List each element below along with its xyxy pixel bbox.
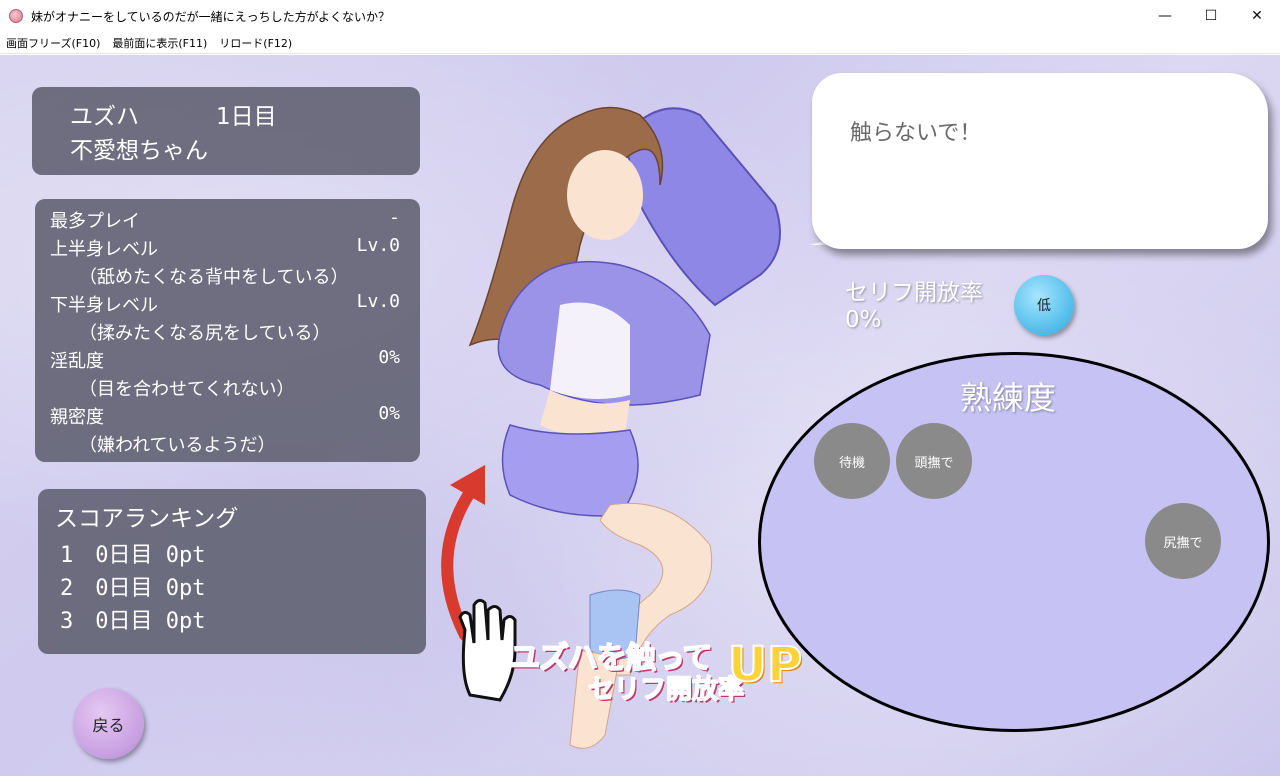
maximize-button[interactable]: ☐ — [1188, 0, 1234, 32]
stat-intimacy: 親密度 0% — [50, 403, 400, 431]
minimize-icon: — — [1158, 8, 1172, 24]
upper-level-label: 上半身レベル — [50, 239, 158, 260]
serif-rate-value: 0% — [845, 307, 882, 333]
speech-text: 触らないで！ — [850, 121, 982, 146]
serif-level-button[interactable]: 低 — [1014, 275, 1074, 335]
stat-upper: 上半身レベル Lv.0 — [50, 235, 400, 263]
stat-lower: 下半身レベル Lv.0 — [50, 291, 400, 319]
skill-hip-pat-button[interactable]: 尻撫で — [1145, 503, 1221, 579]
intimacy-value: 0% — [378, 403, 400, 424]
character-trait: 不愛想ちゃん — [70, 138, 208, 164]
promo-up: UP — [727, 636, 803, 694]
skill-wait-label: 待機 — [838, 455, 865, 471]
maximize-icon: ☐ — [1204, 8, 1218, 24]
back-button[interactable]: 戻る — [73, 688, 144, 759]
skill-hip-pat-label: 尻撫で — [1163, 535, 1203, 551]
menu-always-on-top[interactable]: 最前面に表示(F11) — [106, 35, 213, 51]
speech-bubble: 触らないで！ — [812, 73, 1268, 249]
lewd-value: 0% — [378, 347, 400, 368]
stat-lewd: 淫乱度 0% — [50, 347, 400, 375]
lower-level-label: 下半身レベル — [50, 295, 158, 316]
stat-most-play: 最多プレイ - — [50, 207, 400, 235]
skill-head-pat-button[interactable]: 頭撫で — [896, 423, 972, 499]
ranking-title: スコアランキング — [55, 506, 239, 532]
character-name: ユズハ — [70, 104, 139, 130]
window-title: 妹がオナニーをしているのだが一緒にえっちした方がよくないか？ — [31, 9, 391, 24]
skill-wait-button[interactable]: 待機 — [814, 423, 890, 499]
ranking-row: 1 0日目 0pt — [60, 543, 206, 568]
menu-freeze[interactable]: 画面フリーズ(F10) — [0, 35, 106, 51]
lower-level-value: Lv.0 — [356, 291, 400, 312]
shorts-shape — [501, 424, 639, 517]
skill-title: 熟練度 — [960, 379, 1057, 417]
close-icon: ✕ — [1251, 8, 1263, 24]
intimacy-label: 親密度 — [50, 407, 104, 428]
promo-banner: ユズハを触って セリフ開放率 UP — [509, 633, 803, 706]
back-button-label: 戻る — [92, 715, 125, 735]
upper-level-desc: （舐めたくなる背中をしている） — [79, 267, 349, 288]
lewd-desc: （目を合わせてくれない） — [79, 379, 295, 400]
score-ranking-panel: スコアランキング 1 0日目 0pt 2 0日目 0pt 3 0日目 0pt — [38, 489, 426, 654]
window-controls: — ☐ ✕ — [1142, 0, 1280, 32]
most-play-label: 最多プレイ — [50, 211, 140, 232]
profile-panel: ユズハ 1日目 不愛想ちゃん — [32, 87, 420, 175]
ranking-row: 2 0日目 0pt — [60, 576, 206, 601]
menu-bar: 画面フリーズ(F10) 最前面に表示(F11) リロード(F12) — [0, 32, 1280, 54]
lower-level-desc: （揉みたくなる尻をしている） — [79, 323, 331, 344]
arrow-shape — [441, 479, 481, 641]
minimize-button[interactable]: — — [1142, 0, 1188, 32]
serif-level-label: 低 — [1037, 298, 1051, 314]
serif-rate-label: セリフ開放率 — [845, 280, 983, 306]
face-shape — [567, 150, 643, 240]
intimacy-desc: （嫌われているようだ） — [79, 435, 276, 456]
upper-level-value: Lv.0 — [356, 235, 400, 256]
hand-icon — [458, 598, 517, 702]
promo-line2: セリフ開放率 — [587, 674, 745, 706]
close-button[interactable]: ✕ — [1234, 0, 1280, 32]
lewd-label: 淫乱度 — [50, 351, 104, 372]
stats-panel: 最多プレイ - 上半身レベル Lv.0 （舐めたくなる背中をしている） 下半身レ… — [35, 199, 420, 462]
title-bar: 妹がオナニーをしているのだが一緒にえっちした方がよくないか？ — ☐ ✕ — [0, 0, 1280, 32]
menu-reload[interactable]: リロード(F12) — [213, 35, 298, 51]
shirt-shape — [550, 302, 630, 399]
app-icon — [9, 9, 23, 23]
day-counter: 1日目 — [216, 104, 277, 130]
skill-head-pat-label: 頭撫で — [914, 455, 954, 471]
most-play-value: - — [389, 207, 400, 228]
game-area: ユズハ 1日目 不愛想ちゃん 最多プレイ - 上半身レベル Lv.0 （舐めたく… — [0, 55, 1280, 776]
ranking-row: 3 0日目 0pt — [60, 609, 206, 634]
